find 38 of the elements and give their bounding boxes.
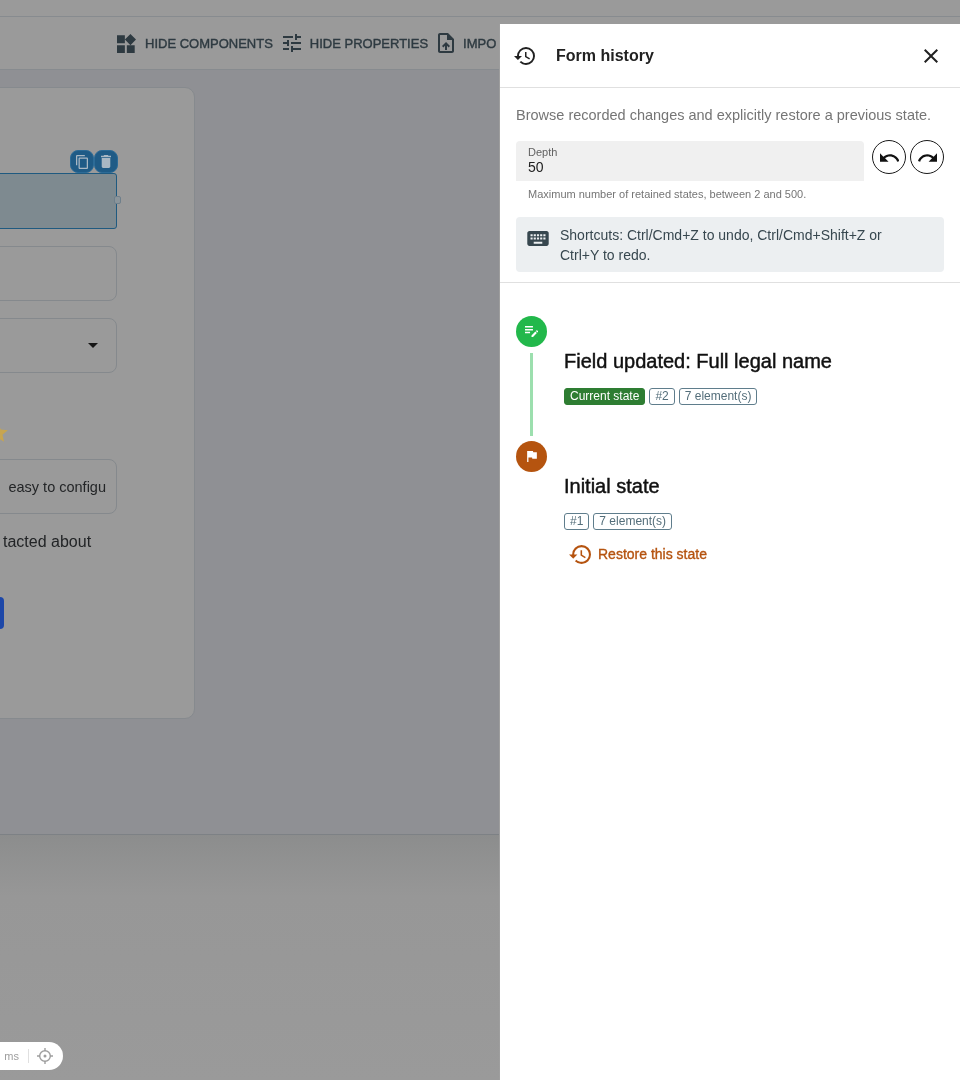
widgets-icon xyxy=(117,33,136,53)
trash-icon xyxy=(101,155,111,168)
import-button[interactable]: IMPO xyxy=(433,25,502,61)
undo-icon xyxy=(879,152,899,162)
state-number-badge: #1 xyxy=(564,513,590,530)
drawer-title: Form history xyxy=(556,46,655,65)
state-number-badge: #2 xyxy=(649,388,675,405)
sliders-icon xyxy=(282,34,301,52)
entry-title: Initial state xyxy=(564,474,661,498)
close-icon xyxy=(924,48,938,63)
duplicate-button[interactable] xyxy=(70,150,94,173)
current-state-badge: Current state xyxy=(564,388,646,405)
entry-title: Field updated: Full legal name xyxy=(564,349,833,373)
file-upload-icon xyxy=(438,33,455,53)
checkbox-label: tacted about xyxy=(2,532,92,552)
caret-icon xyxy=(88,343,98,348)
redo-icon xyxy=(917,152,937,162)
text-field[interactable]: easy to configu xyxy=(0,459,117,514)
text-field[interactable] xyxy=(0,173,117,229)
crosshair-icon[interactable] xyxy=(37,1048,53,1064)
hide-properties-button[interactable]: HIDE PROPERTIES xyxy=(277,25,434,61)
keyboard-icon xyxy=(527,231,549,246)
history-icon xyxy=(514,46,535,65)
copy-icon xyxy=(76,154,88,169)
delete-button[interactable] xyxy=(94,150,118,173)
helper-text: Maximum number of retained states, between 2 and 500. xyxy=(527,188,808,201)
resize-handle[interactable] xyxy=(114,196,121,204)
element-count-badge: 7 element(s) xyxy=(593,513,673,530)
depth-field[interactable]: Depth 50 xyxy=(516,141,864,181)
element-count-badge: 7 element(s) xyxy=(678,388,758,405)
hide-components-button[interactable]: HIDE COMPONENTS xyxy=(112,25,278,61)
timing-text: ms xyxy=(4,1050,19,1062)
select-field[interactable] xyxy=(0,318,117,373)
history-icon xyxy=(569,544,591,564)
description-text: Browse recorded changes and explicitly restore a previous state. xyxy=(516,106,933,125)
restore-button[interactable]: Restore this state xyxy=(564,543,711,565)
form-button[interactable] xyxy=(0,597,4,629)
shortcuts-text: Shortcuts: Ctrl/Cmd+Z to undo, Ctrl/Cmd+Shift+Z or Ctrl+Y to redo. xyxy=(560,226,883,265)
